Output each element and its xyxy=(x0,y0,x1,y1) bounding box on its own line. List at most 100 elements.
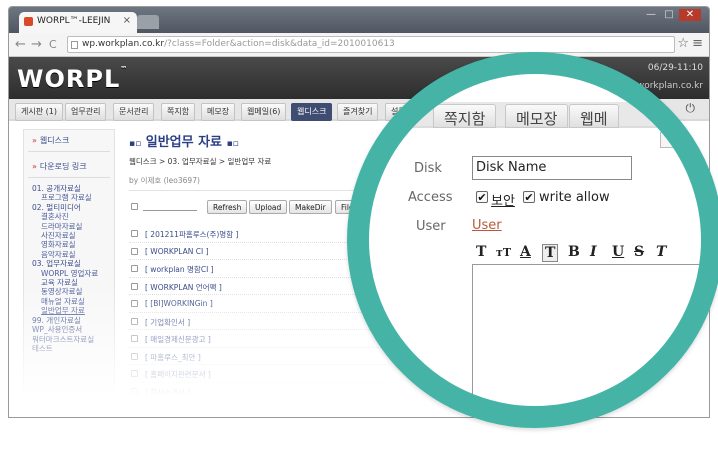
sidebar-tree-item[interactable]: 테스트 xyxy=(32,344,114,353)
row-checkbox[interactable] xyxy=(131,387,138,395)
tab-close-icon[interactable]: × xyxy=(123,15,131,26)
file-row[interactable]: [ 회사소개서 ] xyxy=(129,383,389,400)
editor-area[interactable] xyxy=(472,264,712,414)
sidebar-tree-item[interactable]: 99. 개인자료실 xyxy=(32,316,114,325)
security-checkbox[interactable]: ✔ xyxy=(476,191,488,203)
worpl-logo[interactable]: WORPL™ xyxy=(17,65,128,93)
row-checkbox[interactable] xyxy=(131,282,138,290)
sidebar-tree-item[interactable]: 일반업무 자료 xyxy=(32,306,114,315)
sidebar-tree-item[interactable]: 영화자료실 xyxy=(32,240,114,249)
title-deco-icon: ▪▫ xyxy=(129,139,142,149)
sidebar-item-webdisk[interactable]: » 웹디스크 xyxy=(24,130,114,147)
file-name[interactable]: [ 기업확인서 ] xyxy=(145,317,190,328)
font-color-icon[interactable]: A xyxy=(520,244,531,260)
file-name[interactable]: [ 홈페이지판련문서 ] xyxy=(145,369,211,380)
file-button[interactable]: File xyxy=(335,200,360,214)
row-checkbox[interactable] xyxy=(131,335,138,342)
bold-icon[interactable]: B xyxy=(568,244,580,260)
underline-icon[interactable]: U xyxy=(612,244,624,260)
sidebar-tree-item[interactable]: 드라마자료실 xyxy=(32,222,114,231)
file-name[interactable]: [ WORKPLAN CI ] xyxy=(145,247,209,256)
file-row[interactable]: [ [BI]WORKINGin ] xyxy=(129,295,389,313)
sidebar-tree-item[interactable]: 03. 업무자료실 xyxy=(32,259,114,268)
back-icon[interactable]: ← xyxy=(15,37,26,52)
file-row[interactable]: [ 기업확인서 ] xyxy=(129,313,389,330)
forward-icon[interactable]: → xyxy=(31,37,42,52)
row-checkbox[interactable] xyxy=(131,230,138,237)
url-input[interactable]: wp.workplan.co.kr/?class=Folder&action=d… xyxy=(67,36,675,53)
nav-webdisk[interactable]: 웹디스크 xyxy=(291,103,333,121)
sidebar-tree-item[interactable]: 01. 공개자료실 xyxy=(32,184,114,193)
sidebar-tree-item[interactable]: 02. 멀티미디어 xyxy=(32,203,114,212)
new-tab-button[interactable] xyxy=(137,15,159,29)
sidebar-tree-item[interactable]: 매뉴얼 자료실 xyxy=(32,297,114,306)
owner-label: by 이제호 (leo3697) xyxy=(129,175,369,191)
file-name[interactable]: [ [BI]WORKINGin ] xyxy=(145,299,213,308)
font-icon[interactable]: T xyxy=(476,244,486,260)
upload-button[interactable]: Upload xyxy=(249,200,288,214)
write-allow-checkbox[interactable]: ✔ xyxy=(523,191,535,203)
row-checkbox[interactable] xyxy=(131,247,138,255)
nav-notes[interactable]: 쪽지함 xyxy=(161,103,196,121)
nav-board[interactable]: 게시판 (1) xyxy=(15,103,63,121)
font-size-icon[interactable]: тT xyxy=(496,246,511,259)
file-name[interactable]: [ 201211파홈루스(주)명함 ] xyxy=(145,229,238,240)
more-format-icon[interactable]: T xyxy=(656,244,666,260)
sidebar-tree-item[interactable]: WP_사용인증서 xyxy=(32,325,114,334)
sidebar-tree-item[interactable]: WORPL 영업자료 xyxy=(32,269,114,278)
strikethrough-icon[interactable]: S xyxy=(634,244,644,260)
file-name[interactable]: [ 파홈루스 증명사진(ai) ] xyxy=(145,404,226,415)
file-row[interactable]: [ 파홈루스 증명사진(ai) ] xyxy=(129,400,389,417)
file-name[interactable]: [ 파홈루스_최안 ] xyxy=(145,352,201,363)
nav-webmail[interactable]: 웹메일(6) xyxy=(241,103,287,121)
zoom-side-button[interactable] xyxy=(660,132,680,148)
sidebar-tree-item[interactable]: 결혼사진 xyxy=(32,212,114,221)
file-row[interactable]: [ 홈페이지판련문서 ] xyxy=(129,365,389,383)
file-row[interactable]: [ WORKPLAN 언어팩 ] xyxy=(129,278,389,295)
browser-menu-icon[interactable]: ≡ xyxy=(692,36,703,51)
sidebar-tree-item[interactable]: 음악자료실 xyxy=(32,250,114,259)
nav-docs[interactable]: 문서관리 xyxy=(113,103,155,121)
nav-tasks[interactable]: 업무관리 xyxy=(65,103,107,121)
file-row[interactable]: [ 파홈루스 로고 ] xyxy=(129,418,389,419)
zoom-nav: 쪽지함 메모장 웹메 xyxy=(357,102,713,128)
row-checkbox[interactable] xyxy=(131,370,138,377)
sidebar-tree-item[interactable]: 동영상자료실 xyxy=(32,287,114,296)
file-name[interactable]: [ WORKPLAN 언어팩 ] xyxy=(145,282,222,293)
file-name[interactable]: [ workplan 명함CI ] xyxy=(145,264,214,275)
italic-icon[interactable]: I xyxy=(590,244,597,260)
user-link[interactable]: User xyxy=(472,218,502,233)
select-all-checkbox[interactable] xyxy=(131,203,138,210)
background-color-icon[interactable]: T xyxy=(542,244,559,262)
maximize-icon[interactable]: □ xyxy=(661,9,677,21)
zoom-tab-webmail[interactable]: 웹메 xyxy=(569,104,619,128)
arrow-icon: » xyxy=(32,136,37,145)
row-checkbox[interactable] xyxy=(131,352,138,360)
sidebar-tree-item[interactable]: 프로그램 자료실 xyxy=(32,193,114,202)
reload-icon[interactable]: C xyxy=(49,38,57,51)
row-checkbox[interactable] xyxy=(131,300,138,307)
file-row[interactable]: [ 매일경제신문광고 ] xyxy=(129,330,389,348)
refresh-button[interactable]: Refresh xyxy=(207,200,248,214)
row-checkbox[interactable] xyxy=(131,405,138,412)
row-checkbox[interactable] xyxy=(131,265,138,272)
sidebar-item-download[interactable]: » 다운로딩 링크 xyxy=(24,156,114,173)
file-row[interactable]: [ WORKPLAN CI ] xyxy=(129,243,389,260)
zoom-tab-memo[interactable]: 메모장 xyxy=(505,104,569,128)
makedir-button[interactable]: MakeDir xyxy=(289,200,332,214)
bookmark-star-icon[interactable]: ☆ xyxy=(677,36,689,51)
close-window-icon[interactable]: ✕ xyxy=(679,9,701,21)
file-row[interactable]: [ workplan 명함CI ] xyxy=(129,260,389,278)
disk-name-input[interactable]: Disk Name xyxy=(472,156,632,180)
row-checkbox[interactable] xyxy=(131,317,138,325)
sidebar-tree-item[interactable]: 워터마크스트자료실 xyxy=(32,335,114,344)
browser-tab[interactable]: WORPL™-LEEJIN × xyxy=(19,12,137,33)
zoom-tab-notes[interactable]: 쪽지함 xyxy=(433,104,497,128)
file-row[interactable]: [ 파홈루스_최안 ] xyxy=(129,348,389,365)
file-name[interactable]: [ 회사소개서 ] xyxy=(145,387,190,398)
minimize-icon[interactable]: — xyxy=(643,9,659,21)
write-allow-label: write allow xyxy=(539,190,610,205)
file-name[interactable]: [ 매일경제신문광고 ] xyxy=(145,334,211,345)
file-row[interactable]: [ 201211파홈루스(주)명함 ] xyxy=(129,225,389,243)
nav-memo[interactable]: 메모장 xyxy=(201,103,236,121)
